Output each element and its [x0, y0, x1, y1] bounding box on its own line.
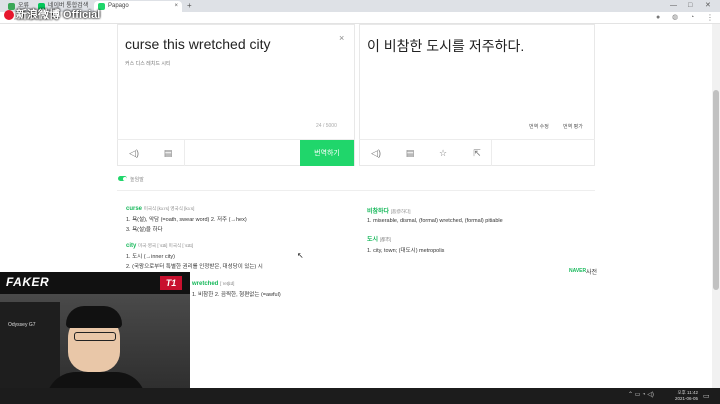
monitor-shape	[0, 302, 60, 392]
note-icon[interactable]: ▤	[404, 147, 416, 159]
maximize-icon[interactable]: □	[688, 0, 692, 12]
team-logo: T1	[160, 276, 182, 290]
close-window-icon[interactable]: ✕	[705, 0, 711, 12]
tab-papago[interactable]: Papago ×	[94, 1, 182, 12]
icon-divider	[491, 139, 492, 166]
menu-icon[interactable]: ⋮	[706, 12, 714, 24]
scrollbar-thumb[interactable]	[713, 90, 719, 290]
star-icon[interactable]: ☆	[437, 147, 449, 159]
dict-entry-bichamhada: 비참하다 [悲慘하다] 1. miserable, dismal, (forma…	[367, 206, 503, 224]
dict-meaning: 1. 욕(설), 악담 (=oath, swear word) 2. 저주 (→…	[126, 217, 247, 223]
dict-entry-dosi: 도시 [都市] 1. city, town; (대도시) metropolis	[367, 234, 444, 254]
weibo-logo-icon	[4, 10, 14, 21]
monitor-label: Odyssey G7	[8, 322, 36, 328]
streamer-name: FAKER	[6, 275, 50, 289]
dict-meaning: 1. city, town; (대도시) metropolis	[367, 248, 445, 254]
dict-entry-wretched: wretched [ˈretʃɪd] 1. 비참한 2. 끔찍한, 형편없는 (…	[192, 281, 281, 298]
dict-word[interactable]: 도시	[367, 237, 378, 243]
taskbar-clock[interactable]: 오후 11:42 2021-06-05	[664, 390, 698, 402]
streamer-hair	[66, 306, 122, 328]
profile-icon[interactable]: ◔	[690, 12, 694, 24]
toggle-knob	[123, 176, 127, 181]
target-divider	[359, 139, 595, 140]
dict-meaning: 3. 욕(설)을 하다	[126, 227, 163, 233]
dict-pron: [都市]	[379, 237, 392, 242]
source-pronunciation: 커스 디스 레치드 시티	[125, 61, 171, 67]
tray-icons[interactable]: ⌃ ▭ ◔ ◁)	[628, 391, 654, 398]
share-icon[interactable]: ⇱	[471, 147, 483, 159]
new-tab-button[interactable]: +	[187, 1, 192, 11]
dict-entry-curse: curse 미국식 [kɜːrs] 영국식 [kɜːs] 1. 욕(설), 악담…	[126, 206, 247, 233]
dict-word[interactable]: city	[126, 243, 136, 249]
edit-translation-button[interactable]: 번역 수정	[529, 123, 549, 130]
naver-dict-link[interactable]: 사전	[586, 267, 597, 276]
note-icon[interactable]: ▤	[162, 147, 174, 159]
taskbar	[0, 388, 720, 404]
target-text: 이 비참한 도시를 저주하다.	[367, 38, 525, 54]
dict-pron: 미국·영국 [ˈsɪti] 미국식 [ˈsɪtɪ]	[138, 243, 194, 248]
close-tab-icon[interactable]: ×	[174, 1, 178, 12]
honorific-label: 높임말	[130, 177, 144, 183]
dict-entry-city: city 미국·영국 [ˈsɪti] 미국식 [ˈsɪtɪ] 1. 도시 (→i…	[126, 243, 263, 270]
char-count: 24 / 5000	[316, 123, 337, 129]
dict-word[interactable]: curse	[126, 206, 142, 212]
address-bar	[0, 12, 720, 24]
minimize-icon[interactable]: —	[670, 0, 677, 12]
dict-pron: [ˈretʃɪd]	[220, 281, 235, 286]
translate-button[interactable]: 번역하기	[300, 140, 354, 166]
speaker-icon[interactable]: ◁)	[128, 147, 140, 159]
dict-meaning: 1. 비참한 2. 끔찍한, 형편없는 (=awful)	[192, 292, 281, 298]
mouse-cursor-icon: ↖	[297, 251, 304, 260]
clear-text-icon[interactable]: ×	[339, 33, 344, 43]
dict-word[interactable]: 비참하다	[367, 209, 389, 215]
dict-pron: [悲慘하다]	[390, 209, 411, 214]
notification-icon[interactable]: ▭	[703, 392, 710, 400]
watermark-sub: weibo.com/faker	[14, 16, 44, 21]
extension-icon[interactable]: ◍	[672, 12, 678, 24]
section-divider	[117, 190, 595, 191]
glasses-icon	[74, 332, 116, 341]
source-text[interactable]: curse this wretched city	[125, 36, 271, 52]
dict-meaning: 2. (국왕으로부터 특별한 권리를 인정받은, 대성당이 있는) 시	[126, 264, 263, 270]
dict-meaning: 1. 도시 (→inner city)	[126, 254, 175, 260]
dict-meaning: 1. miserable, dismal, (formal) wretched,…	[367, 218, 503, 224]
rate-translation-button[interactable]: 번역 평가	[563, 123, 583, 130]
dict-pron: 미국식 [kɜːrs] 영국식 [kɜːs]	[143, 206, 195, 211]
icon-divider	[184, 139, 185, 166]
dict-word[interactable]: wretched	[192, 281, 218, 287]
account-icon[interactable]: ●	[656, 12, 660, 24]
stream-nameplate: FAKER T1	[0, 272, 190, 294]
naver-logo[interactable]: NAVER	[569, 268, 586, 274]
speaker-icon[interactable]: ◁)	[370, 147, 382, 159]
